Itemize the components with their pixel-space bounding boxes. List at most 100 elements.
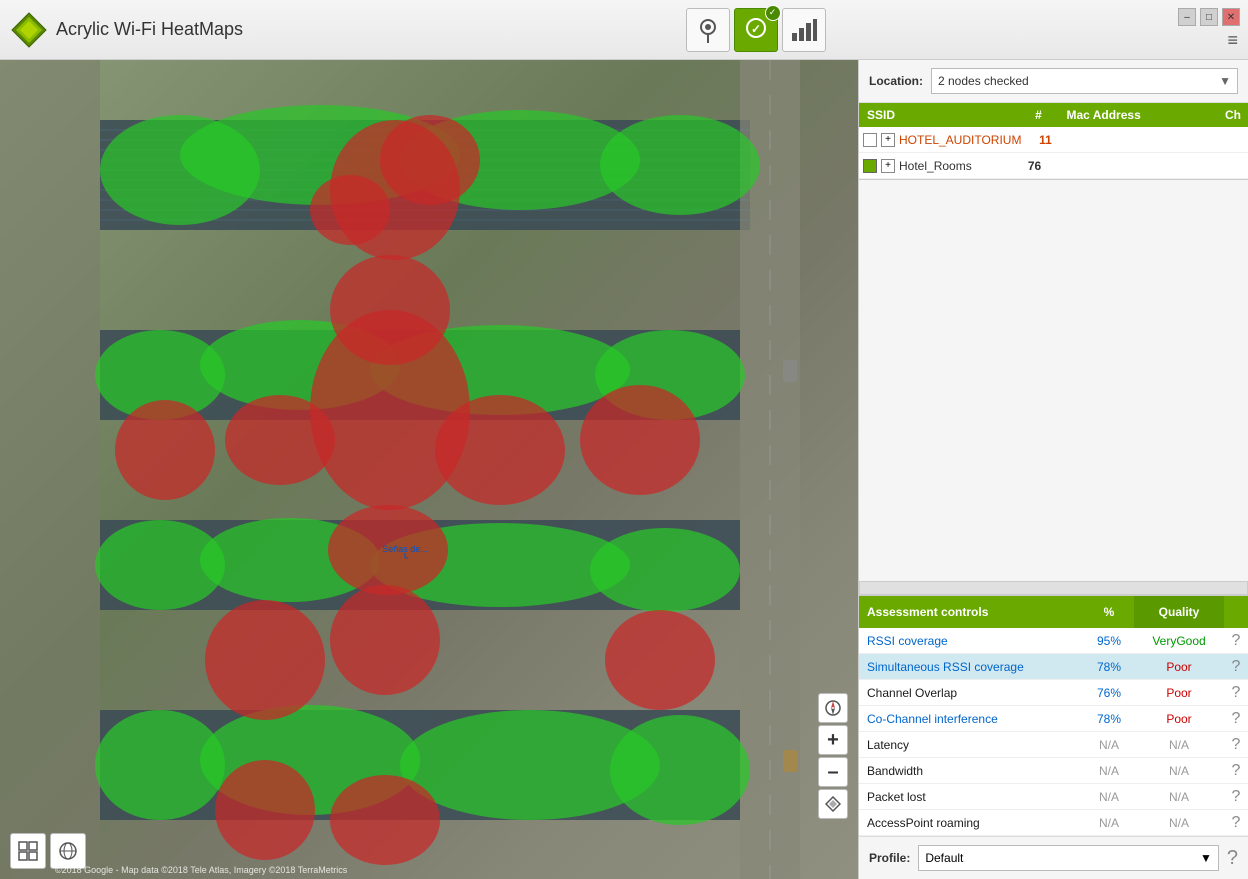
ssid-empty-area xyxy=(859,180,1248,581)
window-controls[interactable]: – □ ✕ xyxy=(1178,8,1240,26)
assess-pct-packet: N/A xyxy=(1084,790,1134,804)
ssid-checkbox-1[interactable] xyxy=(863,133,877,147)
ssid-section: SSID # Mac Address Ch + HOTEL_AUDITORIUM xyxy=(859,103,1248,180)
ssid-row[interactable]: + Hotel_Rooms 76 xyxy=(859,153,1248,179)
assess-qual-sim: Poor xyxy=(1134,660,1224,674)
menu-button[interactable]: ≡ xyxy=(1227,30,1238,51)
assess-help-rssi[interactable]: ? xyxy=(1224,632,1248,650)
assess-name-bandwidth: Bandwidth xyxy=(859,764,1084,778)
signal-tool-button[interactable] xyxy=(782,8,826,52)
ch-col-header: Ch xyxy=(1218,103,1248,127)
assess-row-channel[interactable]: Channel Overlap 76% Poor ? xyxy=(859,680,1248,706)
assessment-section: Assessment controls % Quality RSSI cover… xyxy=(859,595,1248,836)
assess-pct-rssi: 95% xyxy=(1084,634,1134,648)
assess-name-channel: Channel Overlap xyxy=(859,686,1084,700)
assess-qual-channel: Poor xyxy=(1134,686,1224,700)
main-content: Señas de... xyxy=(0,60,1248,879)
location-dropdown[interactable]: 2 nodes checked ▼ xyxy=(931,68,1238,94)
grid-view-button[interactable] xyxy=(10,833,46,869)
assess-qual-roaming: N/A xyxy=(1134,816,1224,830)
num-col-header: # xyxy=(1019,103,1059,127)
zoom-in-button[interactable]: + xyxy=(818,725,848,755)
assess-qual-bandwidth: N/A xyxy=(1134,764,1224,778)
assess-help-roaming[interactable]: ? xyxy=(1224,814,1248,832)
right-panel: Location: 2 nodes checked ▼ SSID # Mac A… xyxy=(858,60,1248,879)
location-bar: Location: 2 nodes checked ▼ xyxy=(859,60,1248,103)
ssid-name-2: Hotel_Rooms xyxy=(899,159,972,173)
assess-name-sim: Simultaneous RSSI coverage xyxy=(859,660,1084,674)
minimize-button[interactable]: – xyxy=(1178,8,1196,26)
assess-help-latency[interactable]: ? xyxy=(1224,736,1248,754)
ssid-count-2: 76 xyxy=(1015,159,1055,173)
assess-pct-latency: N/A xyxy=(1084,738,1134,752)
maximize-button[interactable]: □ xyxy=(1200,8,1218,26)
globe-button[interactable] xyxy=(50,833,86,869)
assess-help-bandwidth[interactable]: ? xyxy=(1224,762,1248,780)
assess-pct-cochannel: 78% xyxy=(1084,712,1134,726)
mac-col-header: Mac Address xyxy=(1059,103,1219,127)
ssid-expand-2[interactable]: + xyxy=(881,159,895,173)
help-col-header xyxy=(1224,596,1248,628)
assess-name-cochannel: Co-Channel interference xyxy=(859,712,1084,726)
close-button[interactable]: ✕ xyxy=(1222,8,1240,26)
assess-pct-bandwidth: N/A xyxy=(1084,764,1134,778)
app-title: Acrylic Wi-Fi HeatMaps xyxy=(56,19,243,40)
ssid-row[interactable]: + HOTEL_AUDITORIUM 11 xyxy=(859,127,1248,153)
assess-help-packet[interactable]: ? xyxy=(1224,788,1248,806)
map-background xyxy=(0,60,858,879)
assess-pct-sim: 78% xyxy=(1084,660,1134,674)
ssid-col-header: SSID xyxy=(859,103,1019,127)
assessment-header: Assessment controls % Quality xyxy=(859,596,1248,628)
pct-col-header: % xyxy=(1084,596,1134,628)
assess-pct-roaming: N/A xyxy=(1084,816,1134,830)
assess-help-cochannel[interactable]: ? xyxy=(1224,710,1248,728)
zoom-extent-button[interactable] xyxy=(818,789,848,819)
qual-col-header: Quality xyxy=(1134,596,1224,628)
location-value: 2 nodes checked xyxy=(938,74,1029,88)
ssid-count-1: 11 xyxy=(1025,133,1065,147)
zoom-out-button[interactable]: – xyxy=(818,757,848,787)
profile-value: Default xyxy=(925,851,963,865)
scrollbar-area[interactable] xyxy=(859,581,1248,595)
profile-dropdown-arrow: ▼ xyxy=(1200,851,1212,865)
assess-name-latency: Latency xyxy=(859,738,1084,752)
location-tool-button[interactable] xyxy=(686,8,730,52)
compass-button[interactable] xyxy=(818,693,848,723)
svg-text:✓: ✓ xyxy=(750,22,760,36)
titlebar: Acrylic Wi-Fi HeatMaps ✓ – xyxy=(0,0,1248,60)
assess-row-rssi[interactable]: RSSI coverage 95% VeryGood ? xyxy=(859,628,1248,654)
location-label: Location: xyxy=(869,74,923,88)
ssid-color-2 xyxy=(863,159,877,173)
map-copyright: ©2018 Google - Map data ©2018 Tele Atlas… xyxy=(55,865,347,875)
assess-row-latency[interactable]: Latency N/A N/A ? xyxy=(859,732,1248,758)
assess-row-simultaneous[interactable]: Simultaneous RSSI coverage 78% Poor ? xyxy=(859,654,1248,680)
toolbar: ✓ xyxy=(273,8,1238,52)
assess-qual-cochannel: Poor xyxy=(1134,712,1224,726)
assess-pct-channel: 76% xyxy=(1084,686,1134,700)
assess-name-rssi: RSSI coverage xyxy=(859,634,1084,648)
assessment-col-header: Assessment controls xyxy=(859,596,1084,628)
badge-tool-button[interactable]: ✓ xyxy=(734,8,778,52)
ssid-name-1: HOTEL_AUDITORIUM xyxy=(899,133,1021,147)
profile-bar: Profile: Default ▼ ? xyxy=(859,836,1248,879)
ssid-row-2-name: + Hotel_Rooms xyxy=(859,159,1015,173)
assess-name-roaming: AccessPoint roaming xyxy=(859,816,1084,830)
assess-row-roaming[interactable]: AccessPoint roaming N/A N/A ? xyxy=(859,810,1248,836)
assess-row-packet[interactable]: Packet lost N/A N/A ? xyxy=(859,784,1248,810)
assess-help-channel[interactable]: ? xyxy=(1224,684,1248,702)
assess-row-bandwidth[interactable]: Bandwidth N/A N/A ? xyxy=(859,758,1248,784)
location-dropdown-arrow: ▼ xyxy=(1219,74,1231,88)
profile-help-button[interactable]: ? xyxy=(1227,847,1238,870)
assess-row-cochannel[interactable]: Co-Channel interference 78% Poor ? xyxy=(859,706,1248,732)
map-bottom-left-controls xyxy=(10,833,86,869)
map-area[interactable]: Señas de... xyxy=(0,60,858,879)
assess-help-sim[interactable]: ? xyxy=(1224,658,1248,676)
ssid-table-header: SSID # Mac Address Ch xyxy=(859,103,1248,127)
map-controls: + – xyxy=(818,693,848,819)
app-logo xyxy=(10,11,48,49)
assess-qual-latency: N/A xyxy=(1134,738,1224,752)
ssid-expand-1[interactable]: + xyxy=(881,133,895,147)
ssid-row-1-name: + HOTEL_AUDITORIUM xyxy=(859,133,1025,147)
profile-dropdown[interactable]: Default ▼ xyxy=(918,845,1219,871)
assess-name-packet: Packet lost xyxy=(859,790,1084,804)
